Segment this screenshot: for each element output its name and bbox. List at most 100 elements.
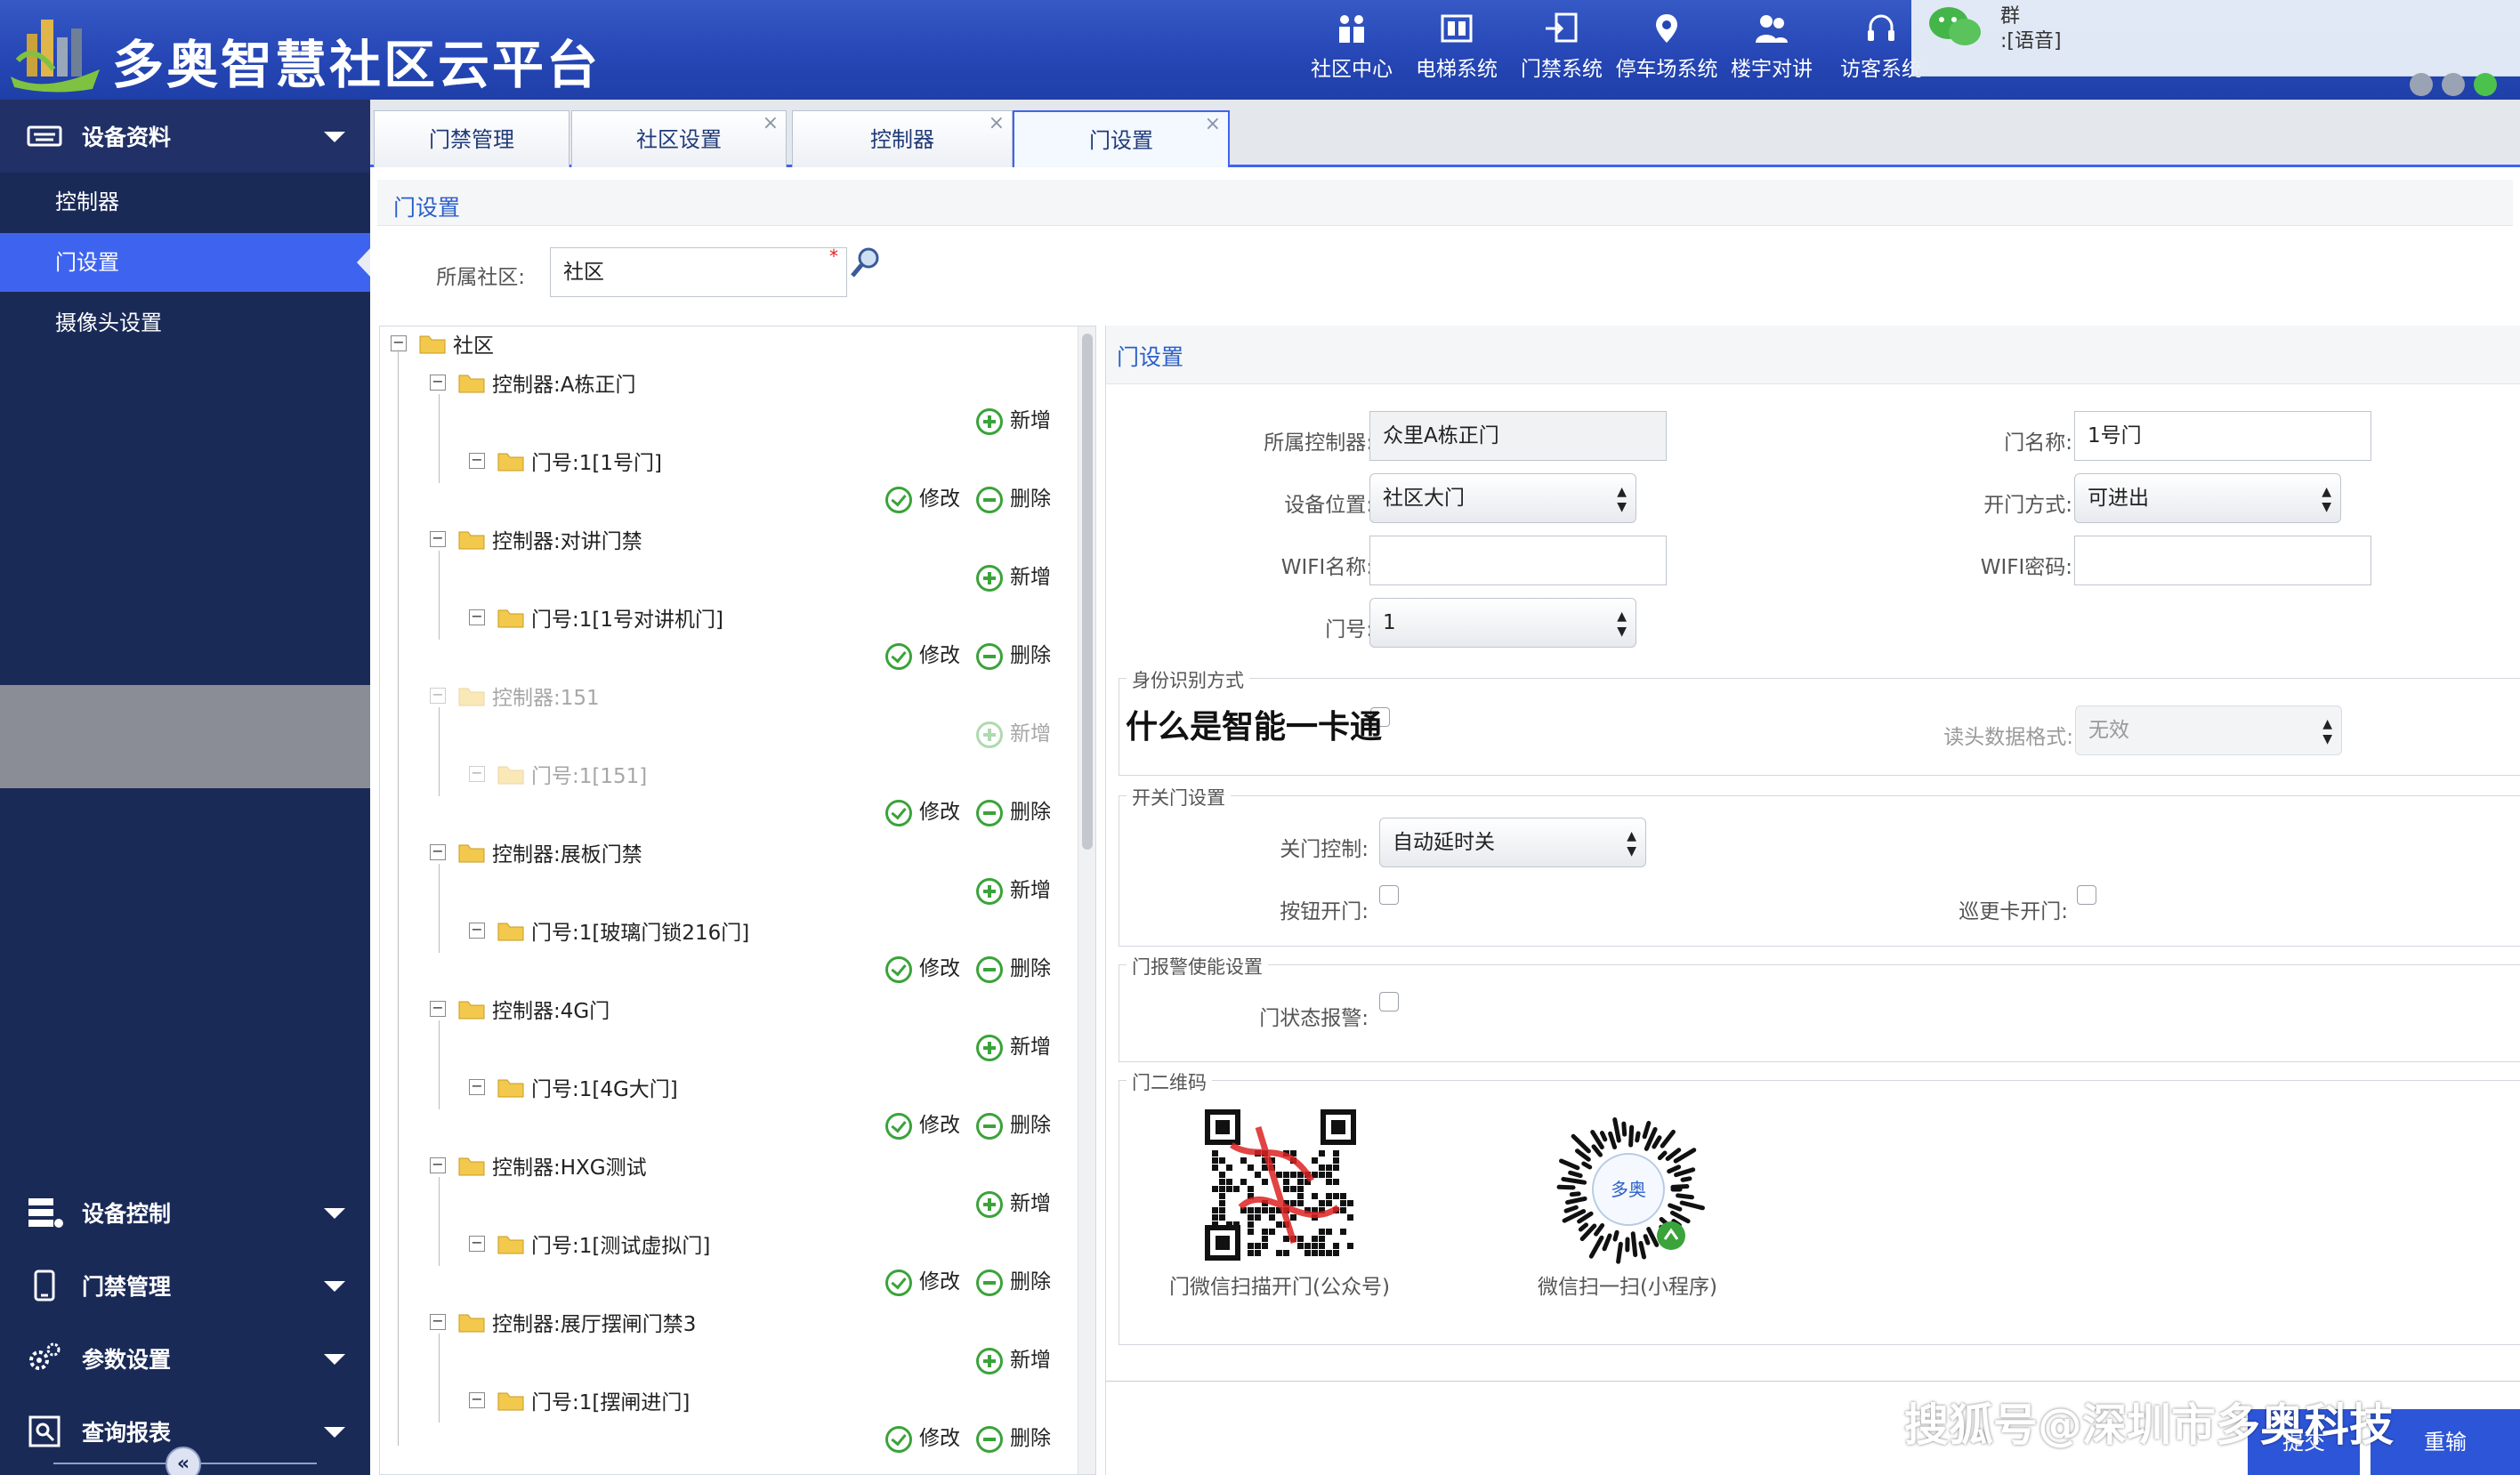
door-label: 门号:1[测试虚拟门] bbox=[531, 1235, 711, 1258]
sidebar-item-camera-settings[interactable]: 摄像头设置 bbox=[0, 294, 370, 352]
delete-button[interactable]: 删除 bbox=[976, 1108, 1051, 1140]
add-button[interactable]: 新增 bbox=[976, 403, 1051, 435]
tree-door-node[interactable]: − 门号:1[测试虚拟门] bbox=[469, 1229, 710, 1261]
collapse-icon[interactable]: − bbox=[430, 1001, 446, 1017]
tree-controller-node[interactable]: − 控制器:HXG测试 bbox=[430, 1150, 647, 1182]
edit-button[interactable]: 修改 bbox=[885, 1421, 960, 1453]
collapse-icon[interactable]: − bbox=[430, 688, 446, 704]
window-button[interactable] bbox=[2474, 73, 2497, 96]
edit-label: 修改 bbox=[919, 1270, 960, 1294]
add-button[interactable]: 新增 bbox=[976, 716, 1051, 748]
nav-building-intercom[interactable]: 楼宇对讲 bbox=[1719, 11, 1824, 82]
nav-parking-system[interactable]: 停车场系统 bbox=[1614, 11, 1719, 82]
collapse-icon[interactable]: − bbox=[430, 531, 446, 547]
collapse-icon[interactable]: − bbox=[469, 766, 485, 782]
nav-door-access-system[interactable]: 门禁系统 bbox=[1509, 11, 1614, 82]
check-icon bbox=[885, 955, 912, 983]
collapse-icon[interactable]: − bbox=[430, 375, 446, 391]
delete-button[interactable]: 删除 bbox=[976, 481, 1051, 513]
door-label: 门号:1[玻璃门锁216门] bbox=[531, 922, 750, 945]
nav-elevator-system[interactable]: 电梯系统 bbox=[1404, 11, 1509, 82]
delete-button[interactable]: 删除 bbox=[976, 794, 1051, 826]
wechat-notification[interactable]: 群 :[语音] bbox=[1911, 0, 2520, 77]
add-button[interactable]: 新增 bbox=[976, 1029, 1051, 1061]
nav-community-center[interactable]: 社区中心 bbox=[1299, 11, 1404, 82]
community-field[interactable]: 社区 bbox=[550, 247, 847, 297]
collapse-icon[interactable]: − bbox=[391, 335, 407, 351]
sidebar-item-door-settings[interactable]: 门设置 bbox=[0, 233, 371, 292]
add-button[interactable]: 新增 bbox=[976, 1342, 1051, 1374]
sidebar-item-controller[interactable]: 控制器 bbox=[0, 173, 370, 231]
collapse-icon[interactable]: − bbox=[430, 1314, 446, 1330]
wifi-name-input[interactable] bbox=[1369, 536, 1667, 585]
add-button[interactable]: 新增 bbox=[976, 873, 1051, 905]
edit-button[interactable]: 修改 bbox=[885, 1264, 960, 1296]
tree-controller-node[interactable]: − 控制器:4G门 bbox=[430, 994, 610, 1026]
collapse-icon[interactable]: − bbox=[469, 923, 485, 939]
tree-door-node[interactable]: − 门号:1[摆闸进门] bbox=[469, 1385, 690, 1417]
delete-button[interactable]: 删除 bbox=[976, 1421, 1051, 1453]
close-icon[interactable]: × bbox=[989, 95, 1005, 152]
wechat-qr-code[interactable] bbox=[1205, 1109, 1356, 1261]
edit-button[interactable]: 修改 bbox=[885, 638, 960, 670]
close-icon[interactable]: × bbox=[763, 95, 779, 152]
close-icon[interactable]: × bbox=[1205, 96, 1221, 153]
miniprogram-code[interactable]: 多奥 bbox=[1548, 1109, 1708, 1269]
add-button[interactable]: 新增 bbox=[976, 1186, 1051, 1218]
delete-button[interactable]: 删除 bbox=[976, 1264, 1051, 1296]
tree-door-node[interactable]: − 门号:1[1号对讲机门] bbox=[469, 602, 723, 634]
tab-controller[interactable]: 控制器 × bbox=[792, 110, 1013, 167]
collapse-icon[interactable]: − bbox=[469, 453, 485, 469]
close-control-select[interactable]: 自动延时关 ▲ ▼ bbox=[1379, 818, 1646, 867]
delete-button[interactable]: 删除 bbox=[976, 638, 1051, 670]
tree-controller-node[interactable]: − 控制器:对讲门禁 bbox=[430, 524, 642, 556]
tree-door-node[interactable]: − 门号:1[151] bbox=[469, 759, 647, 791]
search-icon[interactable] bbox=[849, 246, 883, 279]
tree-door-node[interactable]: − 门号:1[玻璃门锁216门] bbox=[469, 915, 749, 947]
edit-button[interactable]: 修改 bbox=[885, 481, 960, 513]
open-mode-select[interactable]: 可进出 ▲ ▼ bbox=[2074, 473, 2341, 523]
tab-door-settings[interactable]: 门设置 × bbox=[1013, 110, 1230, 169]
patrol-card-checkbox[interactable] bbox=[2077, 885, 2096, 905]
collapse-icon[interactable]: − bbox=[469, 1079, 485, 1095]
door-name-field[interactable]: 1号门 bbox=[2074, 411, 2371, 461]
door-number-select[interactable]: 1 ▲ ▼ bbox=[1369, 598, 1636, 648]
scroll-thumb[interactable] bbox=[1082, 334, 1093, 850]
edit-button[interactable]: 修改 bbox=[885, 1108, 960, 1140]
tree-root[interactable]: − 社区 bbox=[391, 328, 494, 360]
controller-label: 控制器:展厅摆闸门禁3 bbox=[492, 1313, 697, 1336]
tree-door-node[interactable]: − 门号:1[4G大门] bbox=[469, 1072, 678, 1104]
collapse-icon[interactable]: − bbox=[469, 1392, 485, 1408]
folder-icon bbox=[497, 766, 524, 785]
location-select[interactable]: 社区大门 ▲ ▼ bbox=[1369, 473, 1636, 523]
page-title-bar: 门设置 bbox=[377, 180, 2513, 226]
collapse-icon[interactable]: − bbox=[469, 609, 485, 625]
button-open-checkbox[interactable] bbox=[1379, 885, 1399, 905]
collapse-icon[interactable]: − bbox=[430, 1157, 446, 1173]
door-alarm-checkbox[interactable] bbox=[1379, 992, 1399, 1012]
edit-button[interactable]: 修改 bbox=[885, 794, 960, 826]
delete-button[interactable]: 删除 bbox=[976, 951, 1051, 983]
edit-button[interactable]: 修改 bbox=[885, 951, 960, 983]
sidebar-section-device-info[interactable]: 设备资料 bbox=[0, 100, 370, 173]
tab-door-access[interactable]: 门禁管理 bbox=[374, 110, 569, 167]
tree-door-node[interactable]: − 门号:1[1号门] bbox=[469, 446, 662, 478]
sidebar-section-parameters[interactable]: 参数设置 bbox=[0, 1322, 370, 1395]
collapse-icon[interactable]: − bbox=[469, 1236, 485, 1252]
add-button[interactable]: 新增 bbox=[976, 560, 1051, 592]
tab-community-settings[interactable]: 社区设置 × bbox=[571, 110, 787, 167]
sidebar-section-device-control[interactable]: 设备控制 bbox=[0, 1176, 370, 1249]
window-button[interactable] bbox=[2442, 73, 2465, 96]
tree-controller-node[interactable]: − 控制器:151 bbox=[430, 681, 600, 713]
wifi-password-input[interactable] bbox=[2074, 536, 2371, 585]
scrollbar[interactable] bbox=[1078, 326, 1095, 1474]
window-button[interactable] bbox=[2410, 73, 2433, 96]
tree-controller-node[interactable]: − 控制器:A栋正门 bbox=[430, 367, 635, 399]
tree-controller-node[interactable]: − 控制器:展板门禁 bbox=[430, 837, 642, 869]
controller-field[interactable]: 众里A栋正门 bbox=[1369, 411, 1667, 461]
sidebar-section-door-access[interactable]: 门禁管理 bbox=[0, 1249, 370, 1322]
collapse-sidebar-icon[interactable]: « bbox=[166, 1447, 201, 1475]
tree-controller-node[interactable]: − 控制器:展厅摆闸门禁3 bbox=[430, 1307, 696, 1339]
collapse-icon[interactable]: − bbox=[430, 844, 446, 860]
reader-format-select[interactable]: 无效 ▲ ▼ bbox=[2075, 705, 2342, 755]
